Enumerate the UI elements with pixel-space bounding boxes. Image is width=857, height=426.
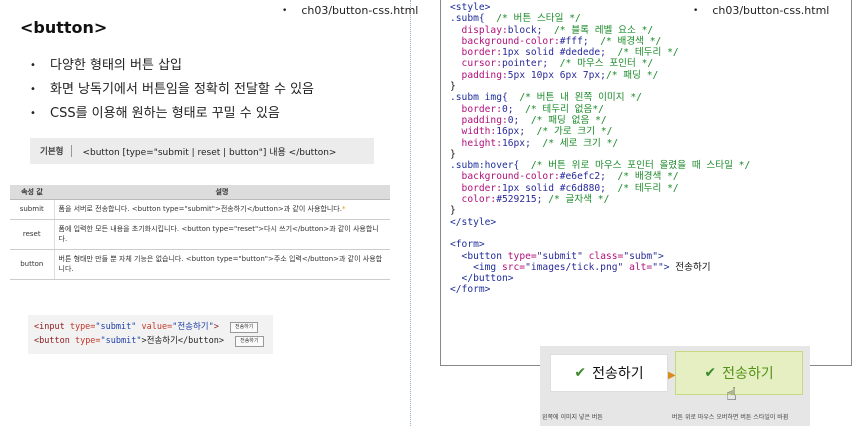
submit-button-hover[interactable]: ✔ 전송하기 [675,351,803,395]
code-line: <button type="submit" class="subm"> [450,250,664,262]
code-line: border:0; /* 테두리 없음*/ [450,103,604,115]
syntax-code: <button [type="submit | reset | button"]… [82,147,337,158]
column-divider [410,0,411,426]
bullet-dot: • [282,6,288,16]
table-row: reset 폼에 입력한 모든 내용을 초기화시킵니다. <button typ… [10,219,390,250]
syntax-tag: 기본형 [40,145,73,157]
code-line: display:block; /* 블록 레벨 요소 */ [450,24,654,36]
code-line: </button> [450,273,514,285]
example-code-box: <input type="submit" value="전송하기"> 전송하기 … [28,315,273,354]
list-item: • 화면 낭독기에서 버튼임을 정확히 전달할 수 있음 [30,82,314,97]
code-line: } [450,148,456,160]
code-line: <form> [450,239,485,251]
input-submit-preview[interactable]: 전송하기 [229,322,259,333]
code-line: color:#529215; /* 글자색 */ [450,194,610,206]
code-line: height:16px; /* 세로 크기 */ [450,137,619,149]
page-title: <button> [20,18,108,37]
button-label: 전송하기 [722,366,774,382]
table-row: button 버튼 형태만 만들 뿐 자체 기능은 없습니다. <button … [10,249,390,280]
code-line: width:16px; /* 가로 크기 */ [450,126,613,138]
caption-right: 버튼 위로 마우스 오버하면 버튼 스타일이 바뀜 [672,414,789,421]
button-submit-preview[interactable]: 전송하기 [235,336,264,347]
code-line: border:1px solid #dedede; /* 테두리 */ [450,47,679,59]
check-icon: ✔ [704,365,717,381]
code-line: </style> [450,216,497,228]
feature-list: • 다양한 형태의 버튼 삽입 • 화면 낭독기에서 버튼임을 정확히 전달할 수 … [30,54,314,126]
table-header: 속성 값 [10,185,54,200]
code-line: border:1px solid #c6d880; /* 테두리 */ [450,182,679,194]
list-item: • CSS를 이용해 원하는 형태로 꾸밀 수 있음 [30,106,280,121]
code-line: } [450,205,456,217]
code-line: } [450,81,456,93]
button-label: 전송하기 [592,366,644,382]
code-line: </form> [450,284,491,296]
left-filename: • ch03/button-css.html [282,4,419,17]
code-line: background-color:#fff; /* 배경색 */ [450,35,662,47]
example-line-input: <input type="submit" value="전송하기"> 전송하기 [34,320,267,334]
code-line: .subm img{ /* 버튼 내 왼쪽 이미지 */ [450,92,642,104]
hand-pointer-icon: ☝ [726,384,737,405]
code-line: padding:5px 10px 6px 7px;/* 패딩 */ [450,69,659,81]
bullet-dot: • [693,6,699,16]
code-line: <img src="images/tick.png" alt=""> 전송하기 [450,261,711,273]
example-line-button: <button type="submit">전송하기</button> 전송하기 [34,334,267,348]
code-line: background-color:#e6efc2; /* 배경색 */ [450,171,679,183]
code-listing: <style> .subm{ /* 버튼 스타일 */ display:block… [440,0,852,366]
right-filename: • ch03/button-css.html [693,4,830,17]
code-line: .subm:hover{ /* 버튼 위로 마우스 포인터 올렸을 때 스타일 … [450,160,751,172]
list-item: • 다양한 형태의 버튼 삽입 [30,58,182,73]
code-line: cursor:pointer; /* 마우스 포인터 */ [450,58,654,70]
code-line: padding:0; /* 패딩 없음 */ [450,114,607,126]
syntax-box: 기본형 <button [type="submit | reset | butt… [30,138,374,164]
caption-left: 왼쪽에 이미지 넣은 버튼 [542,414,603,421]
table-header: 설명 [54,185,390,200]
submit-button-normal[interactable]: ✔ 전송하기 [550,354,668,392]
button-demo-figure: ✔ 전송하기 ▶ ✔ 전송하기 ☝ 왼쪽에 이미지 넣은 버튼 버튼 위로 마우… [540,346,810,426]
check-icon: ✔ [574,365,587,381]
table-row: submit 폼을 서버로 전송합니다. <button type="submi… [10,199,390,220]
attribute-table: 속성 값 설명 submit 폼을 서버로 전송합니다. <button typ… [10,185,390,280]
